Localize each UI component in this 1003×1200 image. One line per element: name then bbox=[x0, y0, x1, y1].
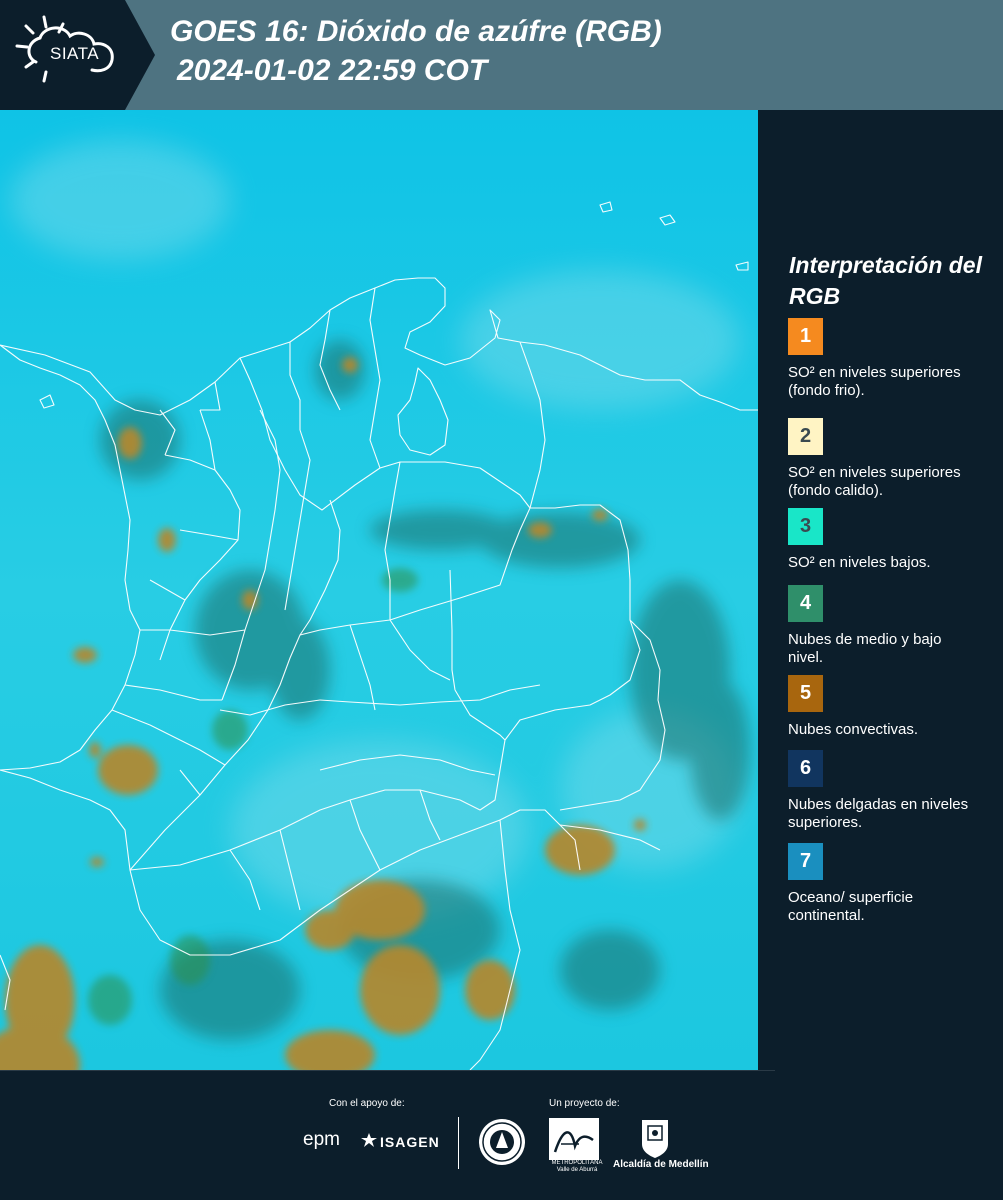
page-timestamp: 2024-01-02 22:59 COT bbox=[177, 54, 488, 87]
legend-item-1: 1 SO² en niveles superiores (fondo frio). bbox=[788, 318, 978, 400]
legend-swatch: 4 bbox=[788, 585, 823, 622]
header-bar: SIATA GOES 16: Dióxido de azúfre (RGB) 2… bbox=[0, 0, 1003, 110]
isagen-mark-icon bbox=[361, 1133, 377, 1150]
legend-swatch: 7 bbox=[788, 843, 823, 880]
legend-item-3: 3 SO² en niveles bajos. bbox=[788, 508, 978, 572]
legend-panel: Interpretación del RGB 1 SO² en niveles s… bbox=[758, 110, 1003, 1070]
footer-divider bbox=[458, 1117, 459, 1169]
satellite-map[interactable] bbox=[0, 110, 758, 1070]
area-metropolitana-subtitle: METROPOLITANA Valle de Aburrá bbox=[551, 1160, 603, 1173]
legend-swatch: 6 bbox=[788, 750, 823, 787]
support-caption: Con el apoyo de: bbox=[329, 1098, 405, 1109]
legend-label: SO² en niveles bajos. bbox=[788, 554, 931, 571]
legend-label: SO² en niveles superiores (fondo calido)… bbox=[788, 464, 961, 499]
legend-item-4: 4 Nubes de medio y bajo nivel. bbox=[788, 585, 978, 667]
footer-rule bbox=[0, 1070, 775, 1071]
legend-label: Nubes delgadas en niveles superiores. bbox=[788, 796, 969, 831]
legend-swatch: 5 bbox=[788, 675, 823, 712]
alcaldia-crest-icon[interactable] bbox=[640, 1118, 670, 1163]
legend-label: Nubes de medio y bajo nivel. bbox=[788, 631, 942, 666]
page-title: GOES 16: Dióxido de azúfre (RGB) bbox=[170, 15, 662, 48]
isagen-text: ISAGEN bbox=[380, 1133, 440, 1150]
legend-item-5: 5 Nubes convectivas. bbox=[788, 675, 978, 739]
legend-title: Interpretación del RGB bbox=[789, 252, 982, 309]
legend-label: Oceano/ superficie continental. bbox=[788, 889, 914, 924]
siata-logo[interactable]: SIATA bbox=[0, 0, 158, 110]
legend-swatch: 1 bbox=[788, 318, 823, 355]
legend-item-6: 6 Nubes delgadas en niveles superiores. bbox=[788, 750, 978, 832]
legend-swatch: 3 bbox=[788, 508, 823, 545]
logo-text: SIATA bbox=[50, 44, 100, 63]
isagen-logo[interactable]: ISAGEN bbox=[361, 1133, 440, 1150]
alcaldia-text: Alcaldía de Medellín bbox=[613, 1159, 709, 1170]
area-metropolitana-logo[interactable] bbox=[549, 1118, 599, 1165]
project-caption: Un proyecto de: bbox=[549, 1098, 620, 1109]
footer: Con el apoyo de: Un proyecto de: epm ISA… bbox=[0, 1070, 1003, 1200]
medellin-seal-icon[interactable] bbox=[478, 1118, 526, 1171]
legend-label: SO² en niveles superiores (fondo frio). bbox=[788, 364, 961, 399]
legend-swatch: 2 bbox=[788, 418, 823, 455]
legend-label: Nubes convectivas. bbox=[788, 721, 919, 738]
epm-logo[interactable]: epm bbox=[303, 1129, 340, 1151]
legend-item-2: 2 SO² en niveles superiores (fondo calido… bbox=[788, 418, 978, 500]
legend-item-7: 7 Oceano/ superficie continental. bbox=[788, 843, 978, 925]
